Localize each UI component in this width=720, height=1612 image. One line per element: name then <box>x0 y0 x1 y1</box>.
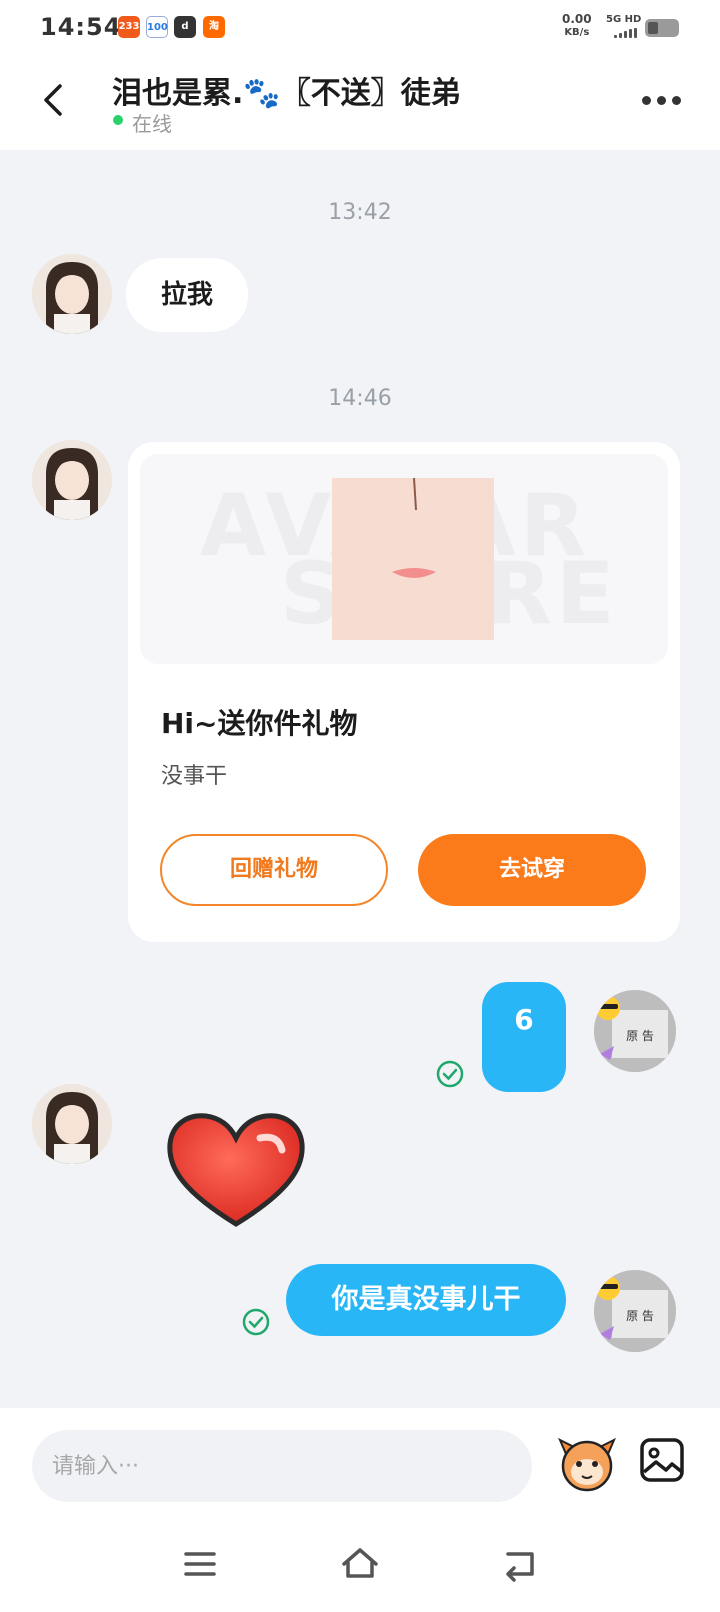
chat-title: 泪也是累.🐾〖不送〗徒弟 <box>112 76 461 111</box>
app-233-icon: 233 <box>118 16 140 38</box>
emoji-mascot-icon <box>558 1437 616 1492</box>
image-button[interactable] <box>638 1436 686 1484</box>
home-icon <box>342 1548 378 1578</box>
chat-header: 泪也是累.🐾〖不送〗徒弟 在线 <box>0 58 720 150</box>
signal-icon <box>614 28 638 38</box>
image-icon <box>640 1438 684 1482</box>
gift-title: Hi~送你件礼物 <box>161 707 358 740</box>
nav-menu-button[interactable] <box>176 1540 224 1588</box>
tiktok-icon: d <box>174 16 196 38</box>
avatar-sign-text: 原 告 <box>626 1309 654 1323</box>
taobao-icon: 淘 <box>203 16 225 38</box>
online-status-dot <box>113 115 123 125</box>
read-check-icon <box>436 1060 464 1088</box>
contact-avatar[interactable] <box>32 440 112 520</box>
read-check-icon <box>242 1308 270 1336</box>
message-text: 6 <box>514 1003 534 1036</box>
gift-subtitle: 没事干 <box>161 764 228 789</box>
message-timestamp: 14:46 <box>328 386 392 411</box>
heart-sticker-icon[interactable] <box>164 1110 308 1230</box>
status-time: 14:54 <box>40 13 122 41</box>
message-input[interactable] <box>32 1430 532 1502</box>
avatar-sign-text: 原 告 <box>626 1029 654 1043</box>
message-text: 你是真没事儿干 <box>331 1284 521 1315</box>
emoji-button[interactable] <box>556 1432 618 1494</box>
back-button[interactable] <box>32 78 76 122</box>
back-arrow-icon <box>44 84 62 116</box>
gift-message-card[interactable]: AVATAR STORE Hi~送你件礼物 没事干 回赠礼物 去试穿 <box>128 442 680 942</box>
online-status-text: 在线 <box>132 112 172 136</box>
more-options-button[interactable] <box>642 88 684 112</box>
message-bubble-outgoing[interactable]: 6 <box>482 982 566 1092</box>
nav-back-button[interactable] <box>496 1540 544 1588</box>
signal-label: 5G HD <box>606 14 642 25</box>
chat-area[interactable]: 13:42 拉我 14:46 AVATAR STORE <box>0 150 720 1408</box>
menu-icon <box>184 1552 216 1576</box>
input-bar <box>0 1408 720 1518</box>
return-gift-button[interactable]: 回赠礼物 <box>160 834 388 906</box>
gift-banner: AVATAR STORE <box>140 454 668 664</box>
try-on-button[interactable]: 去试穿 <box>418 834 646 906</box>
my-avatar[interactable]: 原 告 <box>594 990 676 1072</box>
contact-avatar[interactable] <box>32 254 112 334</box>
battery-icon <box>645 19 679 37</box>
message-timestamp: 13:42 <box>328 200 392 225</box>
net-speed-unit: KB/s <box>564 27 590 38</box>
message-bubble-incoming[interactable]: 拉我 <box>126 258 248 332</box>
contact-avatar[interactable] <box>32 1084 112 1164</box>
back-icon <box>506 1552 534 1582</box>
nav-home-button[interactable] <box>336 1540 384 1588</box>
message-bubble-outgoing[interactable]: 你是真没事儿干 <box>286 1264 566 1336</box>
net-speed-value: 0.00 <box>562 12 592 26</box>
net-speed: 0.00 KB/s <box>562 13 592 39</box>
gift-item-image <box>332 477 494 640</box>
message-text: 拉我 <box>160 280 213 310</box>
app-100-icon: 100 <box>146 16 168 38</box>
status-bar: 14:54 233 100 d 淘 0.00 KB/s 5G HD <box>0 0 720 58</box>
system-nav-bar <box>0 1518 720 1612</box>
my-avatar[interactable]: 原 告 <box>594 1270 676 1352</box>
